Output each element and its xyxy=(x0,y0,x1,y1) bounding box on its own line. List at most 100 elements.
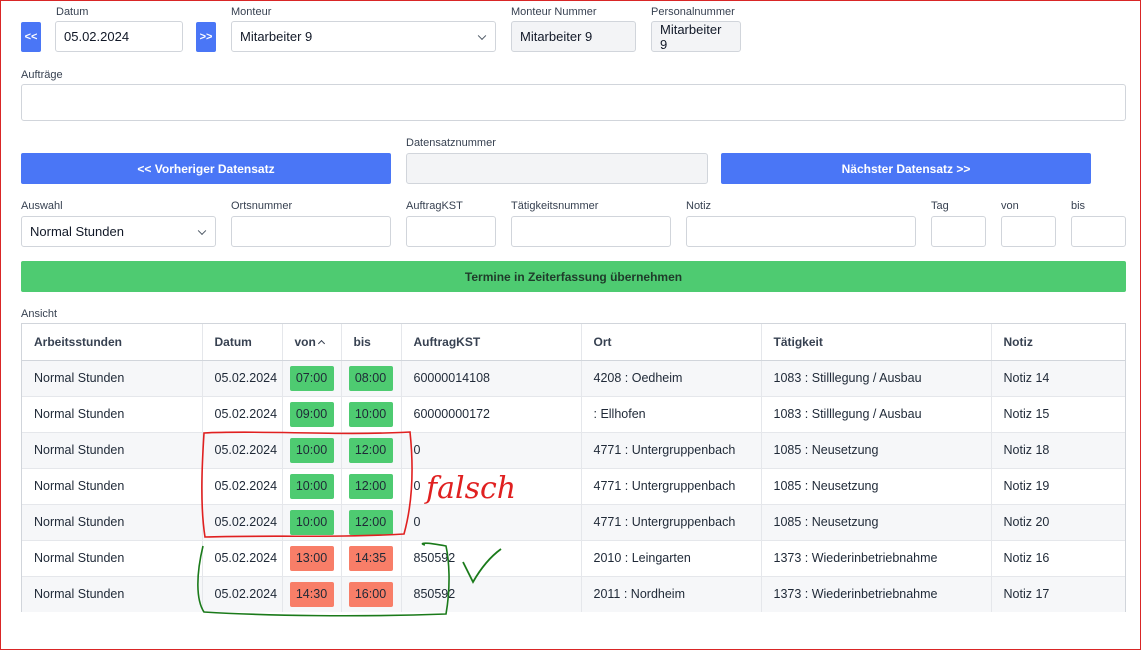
cell-notiz: Notiz 15 xyxy=(991,395,1125,432)
submit-termine-button[interactable]: Termine in Zeiterfassung übernehmen xyxy=(21,261,1126,292)
cell-taetigkeit: 1083 : Stilllegung / Ausbau xyxy=(761,359,992,396)
cell-ort: 4771 : Untergruppenbach xyxy=(581,431,762,468)
cell-bis: 10:00 xyxy=(341,395,402,432)
col-ort[interactable]: Ort xyxy=(581,324,762,361)
time-badge-bis: 14:35 xyxy=(348,545,393,571)
cell-von: 10:00 xyxy=(282,431,342,468)
time-badge-von: 09:00 xyxy=(289,401,334,427)
col-von-label: von xyxy=(294,334,316,349)
cell-notiz: Notiz 16 xyxy=(991,539,1125,576)
bis-input[interactable] xyxy=(1071,216,1126,247)
cell-arbeitsstunden: Normal Stunden xyxy=(22,575,203,612)
table-row[interactable]: Normal Stunden 05.02.2024 09:00 10:00 600000… xyxy=(22,395,1125,432)
table-row[interactable]: Normal Stunden 05.02.2024 14:30 16:00 850592… xyxy=(22,575,1125,612)
time-badge-von: 10:00 xyxy=(289,473,334,499)
cell-ort: : Ellhofen xyxy=(581,395,762,432)
cell-von: 14:30 xyxy=(282,575,342,612)
cell-arbeitsstunden: Normal Stunden xyxy=(22,431,203,468)
cell-arbeitsstunden: Normal Stunden xyxy=(22,503,203,540)
cell-datum: 05.02.2024 xyxy=(202,539,283,576)
cell-taetigkeit: 1085 : Neusetzung xyxy=(761,503,992,540)
von-label: von xyxy=(1001,200,1019,212)
cell-taetigkeit: 1085 : Neusetzung xyxy=(761,467,992,504)
notiz-input[interactable] xyxy=(686,216,916,247)
cell-ort: 4208 : Oedheim xyxy=(581,359,762,396)
datensatz-field[interactable] xyxy=(406,153,708,184)
auswahl-select[interactable]: Normal Stunden xyxy=(21,216,216,247)
cell-datum: 05.02.2024 xyxy=(202,575,283,612)
time-badge-bis: 08:00 xyxy=(348,365,393,391)
col-taetigkeit[interactable]: Tätigkeit xyxy=(761,324,992,361)
table-row[interactable]: Normal Stunden 05.02.2024 13:00 14:35 850592… xyxy=(22,539,1125,576)
cell-auftragkst: 0 xyxy=(401,431,582,468)
von-input[interactable] xyxy=(1001,216,1056,247)
tag-input[interactable] xyxy=(931,216,986,247)
monteur-nummer-label: Monteur Nummer xyxy=(511,6,597,18)
cell-von: 09:00 xyxy=(282,395,342,432)
cell-bis: 14:35 xyxy=(341,539,402,576)
cell-auftragkst: 850592 xyxy=(401,575,582,612)
prev-day-button[interactable]: << xyxy=(21,22,41,52)
cell-bis: 12:00 xyxy=(341,467,402,504)
monteur-nummer-field[interactable]: Mitarbeiter 9 xyxy=(511,21,636,52)
col-von[interactable]: von xyxy=(282,324,342,361)
cell-ort: 2010 : Leingarten xyxy=(581,539,762,576)
monteur-select[interactable]: Mitarbeiter 9 xyxy=(231,21,496,52)
ortsnummer-input[interactable] xyxy=(231,216,391,247)
personalnummer-label: Personalnummer xyxy=(651,6,735,18)
cell-datum: 05.02.2024 xyxy=(202,431,283,468)
cell-notiz: Notiz 17 xyxy=(991,575,1125,612)
auftragkst-input[interactable] xyxy=(406,216,496,247)
next-record-button[interactable]: Nächster Datensatz >> xyxy=(721,153,1091,184)
notiz-label: Notiz xyxy=(686,200,712,212)
cell-datum: 05.02.2024 xyxy=(202,503,283,540)
col-bis[interactable]: bis xyxy=(341,324,402,361)
auswahl-label: Auswahl xyxy=(21,200,63,212)
cell-von: 10:00 xyxy=(282,467,342,504)
cell-taetigkeit: 1085 : Neusetzung xyxy=(761,431,992,468)
cell-datum: 05.02.2024 xyxy=(202,359,283,396)
taetigkeitsnummer-input[interactable] xyxy=(511,216,671,247)
time-badge-bis: 12:00 xyxy=(348,509,393,535)
table-row[interactable]: Normal Stunden 05.02.2024 07:00 08:00 600000… xyxy=(22,359,1125,396)
time-badge-bis: 16:00 xyxy=(348,581,393,607)
next-day-button[interactable]: >> xyxy=(196,22,216,52)
cell-auftragkst: 0 xyxy=(401,503,582,540)
ansicht-table: Arbeitsstunden Datum von bis AuftragKST … xyxy=(21,323,1126,612)
cell-bis: 12:00 xyxy=(341,503,402,540)
table-row[interactable]: Normal Stunden 05.02.2024 10:00 12:00 0 4771 … xyxy=(22,431,1125,468)
cell-datum: 05.02.2024 xyxy=(202,467,283,504)
bis-label: bis xyxy=(1071,200,1086,212)
personalnummer-field[interactable]: Mitarbeiter 9 xyxy=(651,21,741,52)
time-badge-bis: 10:00 xyxy=(348,401,393,427)
taetigkeitsnummer-label: Tätigkeitsnummer xyxy=(511,200,599,212)
table-header-row: Arbeitsstunden Datum von bis AuftragKST … xyxy=(22,324,1125,361)
datum-input[interactable]: 05.02.2024 xyxy=(55,21,183,52)
col-notiz[interactable]: Notiz xyxy=(991,324,1125,361)
col-auftragkst[interactable]: AuftragKST xyxy=(401,324,582,361)
prev-record-button[interactable]: << Vorheriger Datensatz xyxy=(21,153,391,184)
time-badge-von: 10:00 xyxy=(289,437,334,463)
cell-ort: 4771 : Untergruppenbach xyxy=(581,503,762,540)
auftraege-field[interactable] xyxy=(21,84,1126,121)
cell-ort: 2011 : Nordheim xyxy=(581,575,762,612)
cell-auftragkst: 60000000172 xyxy=(401,395,582,432)
cell-auftragkst: 0 xyxy=(401,467,582,504)
cell-auftragkst: 850592 xyxy=(401,539,582,576)
cell-arbeitsstunden: Normal Stunden xyxy=(22,359,203,396)
cell-bis: 08:00 xyxy=(341,359,402,396)
time-badge-von: 14:30 xyxy=(289,581,334,607)
col-arbeitsstunden[interactable]: Arbeitsstunden xyxy=(22,324,203,361)
cell-notiz: Notiz 19 xyxy=(991,467,1125,504)
cell-datum: 05.02.2024 xyxy=(202,395,283,432)
cell-bis: 16:00 xyxy=(341,575,402,612)
table-row[interactable]: Normal Stunden 05.02.2024 10:00 12:00 0 4771 … xyxy=(22,503,1125,540)
cell-arbeitsstunden: Normal Stunden xyxy=(22,539,203,576)
datum-label: Datum xyxy=(56,6,89,18)
cell-taetigkeit: 1373 : Wiederinbetriebnahme xyxy=(761,575,992,612)
cell-bis: 12:00 xyxy=(341,431,402,468)
col-datum[interactable]: Datum xyxy=(202,324,283,361)
auftragkst-label: AuftragKST xyxy=(406,200,463,212)
table-row[interactable]: Normal Stunden 05.02.2024 10:00 12:00 0 4771 … xyxy=(22,467,1125,504)
cell-notiz: Notiz 18 xyxy=(991,431,1125,468)
